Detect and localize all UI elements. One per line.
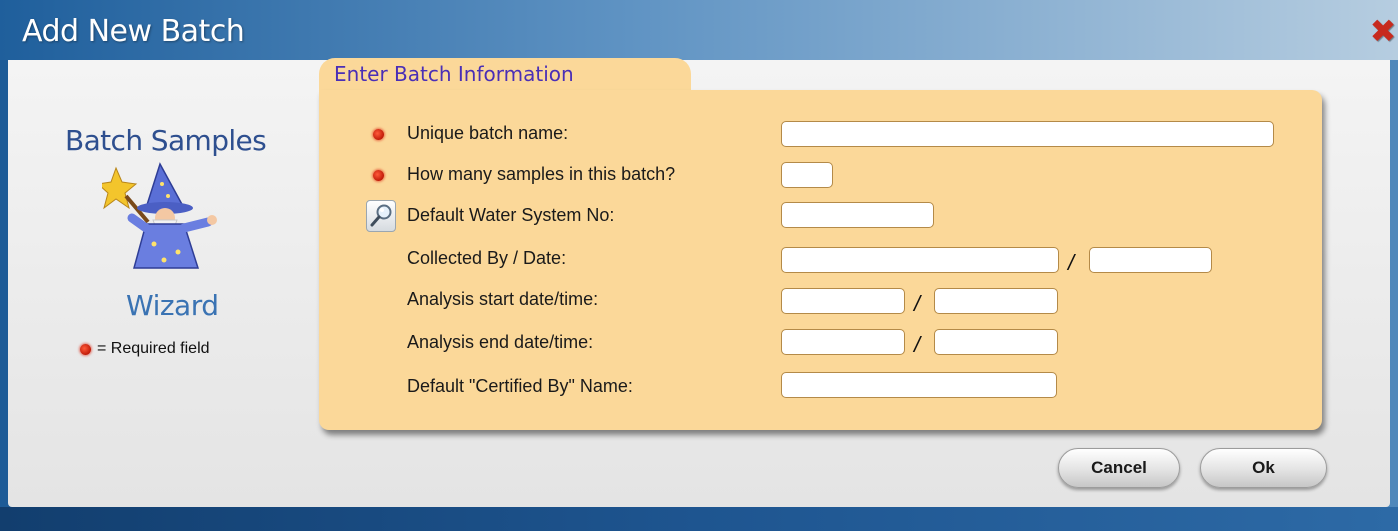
analysis-start-date-input[interactable] <box>781 288 905 314</box>
water-system-input[interactable] <box>781 202 934 228</box>
required-legend: = Required field <box>80 340 210 358</box>
sample-count-label: How many samples in this batch? <box>407 164 676 184</box>
sample-count-input[interactable] <box>781 162 833 188</box>
wizard-subtitle: Wizard <box>126 289 219 322</box>
ok-button[interactable]: Ok <box>1200 448 1327 488</box>
required-dot-icon <box>373 129 384 140</box>
required-dot-icon <box>80 343 91 355</box>
collected-by-label: Collected By / Date: <box>407 248 567 268</box>
batch-name-label: Unique batch name: <box>407 123 569 143</box>
certified-by-input[interactable] <box>781 372 1057 398</box>
analysis-end-label: Analysis end date/time: <box>407 332 594 352</box>
collected-date-input[interactable] <box>1089 247 1212 273</box>
analysis-end-date-input[interactable] <box>781 329 905 355</box>
analysis-start-label: Analysis start date/time: <box>407 289 599 309</box>
separator-slash: / <box>914 332 921 357</box>
certified-by-label: Default "Certified By" Name: <box>407 376 633 396</box>
cancel-button[interactable]: Cancel <box>1058 448 1180 488</box>
add-new-batch-window: Add New Batch ✖ Batch Samples Wizard = R… <box>0 0 1398 531</box>
close-icon[interactable]: ✖ <box>1368 14 1398 48</box>
batch-info-tab-label: Enter Batch Information <box>334 62 574 86</box>
required-dot-icon <box>373 170 384 181</box>
title-bar[interactable]: Add New Batch <box>0 0 1398 60</box>
water-system-label: Default Water System No: <box>407 205 615 225</box>
separator-slash: / <box>914 291 921 316</box>
wizard-title: Batch Samples <box>65 124 267 157</box>
analysis-end-time-input[interactable] <box>934 329 1058 355</box>
batch-name-input[interactable] <box>781 121 1274 147</box>
required-legend-text: = Required field <box>97 340 210 357</box>
window-title: Add New Batch <box>22 14 245 49</box>
magnifier-icon <box>370 204 392 227</box>
wizard-icon <box>102 162 217 269</box>
window-bottom-strip <box>0 507 1398 531</box>
water-system-lookup-button[interactable] <box>366 200 396 232</box>
separator-slash: / <box>1068 250 1075 275</box>
analysis-start-time-input[interactable] <box>934 288 1058 314</box>
collected-by-input[interactable] <box>781 247 1059 273</box>
